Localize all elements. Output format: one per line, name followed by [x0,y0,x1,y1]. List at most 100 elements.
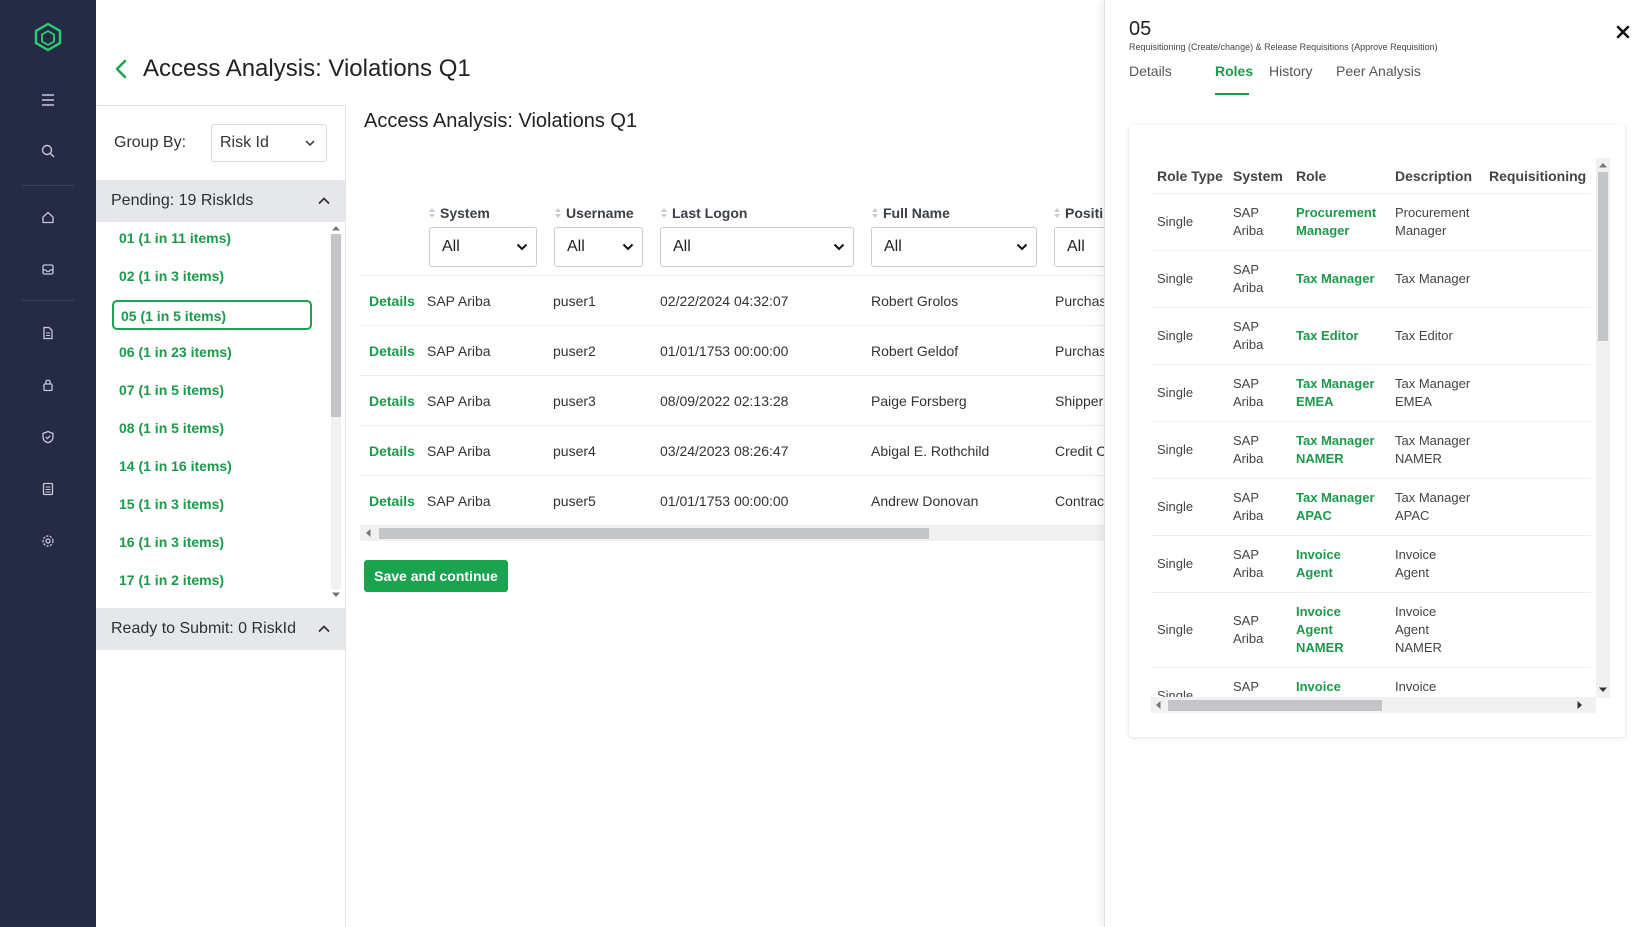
scroll-right-arrow-icon[interactable] [1577,701,1583,709]
role-type: Single [1157,271,1194,286]
risk-item-15[interactable]: 15 (1 in 3 items) [112,490,312,520]
roles-table: Role Type System Role Description Requis… [1151,158,1591,698]
role-name-link[interactable]: Tax Editor [1296,327,1359,345]
role-name-link[interactable]: Tax Manager NAMER [1296,432,1375,468]
cell-username: puser5 [553,493,596,509]
document-icon[interactable] [38,323,58,343]
sort-icon [555,208,561,218]
close-icon[interactable] [1616,25,1630,39]
role-name-link[interactable]: Invoice [1296,678,1341,696]
scrollbar-thumb[interactable] [331,234,341,417]
roles-horizontal-scrollbar[interactable] [1151,697,1596,713]
save-and-continue-button[interactable]: Save and continue [364,560,508,592]
risk-item-08[interactable]: 08 (1 in 5 items) [112,414,312,444]
last-logon-filter-select[interactable]: All [660,227,854,267]
scroll-down-arrow-icon[interactable] [332,592,340,598]
cell-last-logon: 01/01/1753 00:00:00 [660,343,789,359]
risk-id-list: 01 (1 in 11 items) 02 (1 in 3 items) 05 … [96,222,345,602]
column-header-last-logon[interactable]: Last Logon [660,205,747,221]
system-filter-select[interactable]: All [429,227,537,267]
app-logo-icon[interactable] [33,22,63,52]
cell-position: Shippers [1055,393,1104,409]
tab-peer-analysis[interactable]: Peer Analysis [1336,63,1421,79]
risk-item-02[interactable]: 02 (1 in 3 items) [112,262,312,292]
roles-row: Single SAP Ariba Tax Manager NAMER Tax Man… [1151,421,1591,478]
risk-item-06[interactable]: 06 (1 in 23 items) [112,338,312,368]
filter-value: All [567,238,585,255]
details-link[interactable]: Details [369,343,415,359]
group-by-select[interactable]: Risk Id [211,124,327,162]
chevron-down-icon [1016,243,1028,251]
scrollbar-thumb[interactable] [379,528,929,539]
role-name-link[interactable]: Tax Manager APAC [1296,489,1375,525]
inbox-icon[interactable] [38,259,58,279]
violations-table: System Username Last Logon Full Name Pos… [360,205,1104,545]
roles-row: Single SAP Ariba Tax Manager APAC Tax Mana… [1151,478,1591,535]
role-system: SAP Ariba [1233,490,1264,523]
risk-item-14[interactable]: 14 (1 in 16 items) [112,452,312,482]
role-description: Invoice Agent NAMER [1395,604,1442,655]
scrollbar-thumb[interactable] [1598,172,1608,341]
search-icon[interactable] [38,141,58,161]
filter-value: All [884,238,902,255]
table-horizontal-scrollbar[interactable] [360,525,1104,541]
scroll-left-arrow-icon[interactable] [1155,701,1161,709]
home-icon[interactable] [38,207,58,227]
cell-username: puser1 [553,293,596,309]
group-by-value: Risk Id [220,134,269,151]
pending-accordion-header[interactable]: Pending: 19 RiskIds [96,180,345,222]
menu-icon[interactable] [38,90,58,110]
roles-row: Single SAP Invoice Invoice [1151,667,1591,698]
scroll-down-arrow-icon[interactable] [1599,687,1607,693]
details-link[interactable]: Details [369,493,415,509]
details-link[interactable]: Details [369,393,415,409]
tab-history[interactable]: History [1269,63,1313,79]
shield-check-icon[interactable] [38,427,58,447]
risk-detail-drawer: 05 Requisitioning (Create/change) & Rele… [1104,0,1648,927]
column-header-username[interactable]: Username [554,205,634,221]
role-name-link[interactable]: Invoice Agent NAMER [1296,603,1344,657]
group-panel: Group By: Risk Id Pending: 19 RiskIds 01… [96,105,346,927]
full-name-filter-select[interactable]: All [871,227,1037,267]
scroll-left-arrow-icon[interactable] [365,529,371,537]
scrollbar-thumb[interactable] [1168,700,1382,711]
tab-roles[interactable]: Roles [1215,63,1253,79]
cell-full-name: Robert Geldof [871,343,959,359]
risk-item-01[interactable]: 01 (1 in 11 items) [112,224,312,254]
roles-row: Single SAP Ariba Invoice Agent NAMER Invoic… [1151,592,1591,667]
settings-icon[interactable] [38,531,58,551]
table-row: Details SAP Ariba puser2 01/01/1753 00:0… [360,325,1104,375]
back-arrow-icon[interactable] [112,58,132,80]
position-filter-select[interactable]: All [1054,227,1104,267]
role-type: Single [1157,385,1194,400]
risk-item-16[interactable]: 16 (1 in 3 items) [112,528,312,558]
lock-icon[interactable] [38,375,58,395]
roles-vertical-scrollbar[interactable] [1596,158,1610,698]
role-name-link[interactable]: Invoice Agent [1296,546,1341,582]
roles-header-description: Description [1395,168,1473,184]
details-link[interactable]: Details [369,443,415,459]
column-header-full-name[interactable]: Full Name [871,205,950,221]
role-name-link[interactable]: Tax Manager [1296,270,1375,288]
cell-system: SAP Ariba [427,293,491,309]
scroll-up-arrow-icon[interactable] [1599,162,1607,168]
tab-details[interactable]: Details [1129,63,1172,79]
username-filter-select[interactable]: All [554,227,643,267]
role-name-link[interactable]: Tax Manager EMEA [1296,375,1375,411]
cell-last-logon: 03/24/2023 08:26:47 [660,443,789,459]
report-icon[interactable] [38,479,58,499]
scroll-up-arrow-icon[interactable] [332,225,340,231]
role-system: SAP Ariba [1233,433,1264,466]
left-nav [0,0,96,927]
details-link[interactable]: Details [369,293,415,309]
risk-list-scrollbar[interactable] [329,222,341,602]
risk-item-07[interactable]: 07 (1 in 5 items) [112,376,312,406]
role-description: Tax Manager APAC [1395,490,1471,523]
ready-accordion-header[interactable]: Ready to Submit: 0 RiskId [96,608,345,650]
column-header-system[interactable]: System [428,205,490,221]
risk-item-05[interactable]: 05 (1 in 5 items) [112,300,312,330]
column-header-position[interactable]: Positi [1053,205,1103,221]
cell-position: Credit C [1055,443,1104,459]
role-name-link[interactable]: Procurement Manager [1296,204,1376,240]
risk-item-17[interactable]: 17 (1 in 2 items) [112,566,312,596]
